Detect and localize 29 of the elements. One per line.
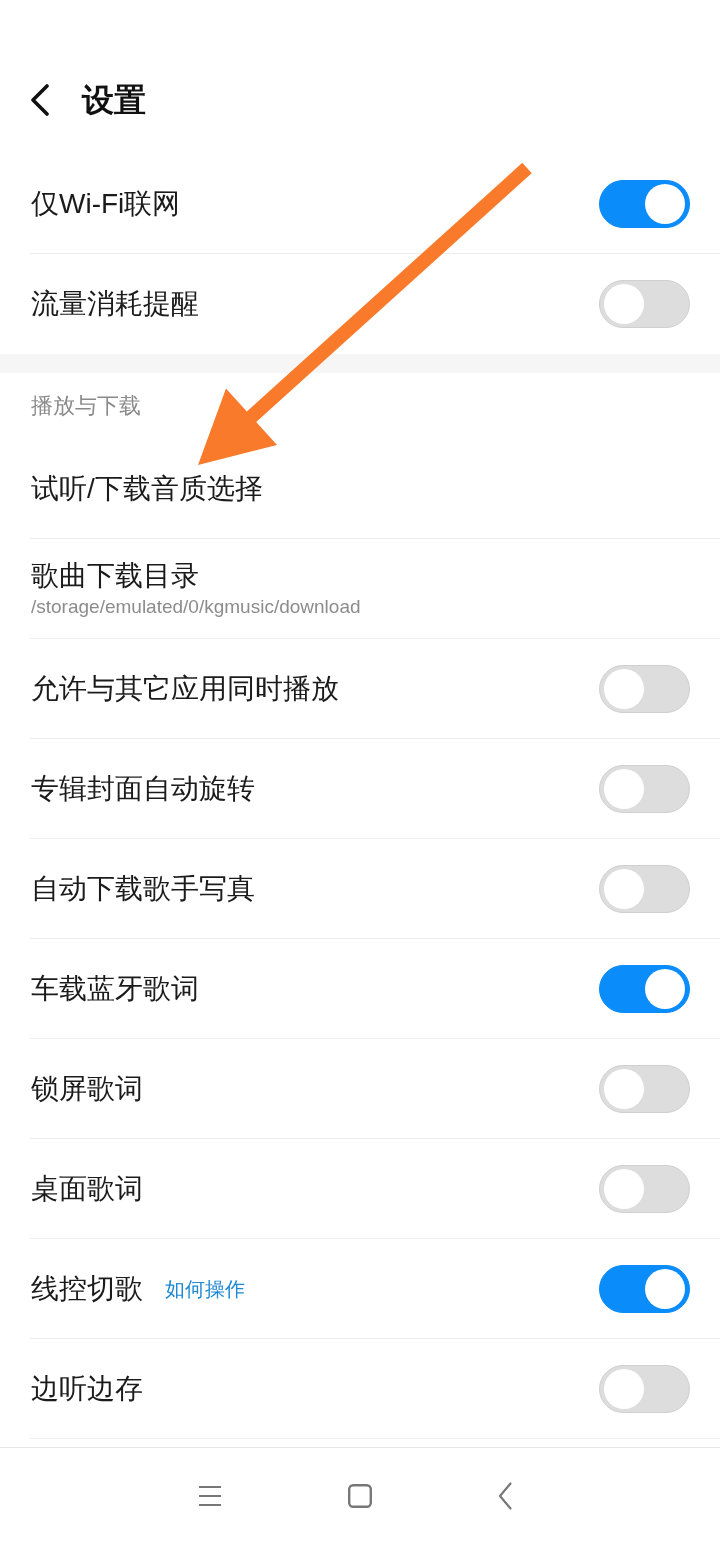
toggle-switch[interactable] (599, 764, 690, 813)
setting-subtitle: /storage/emulated/0/kgmusic/download (31, 594, 361, 619)
setting-label: 流量消耗提醒 (31, 287, 199, 321)
toggle-switch[interactable] (599, 864, 690, 913)
toggle-switch[interactable] (599, 664, 690, 713)
setting-label: 仅Wi-Fi联网 (31, 186, 181, 221)
back-icon[interactable] (30, 84, 50, 116)
toggle-switch[interactable] (599, 179, 690, 228)
toggle-switch[interactable] (599, 1164, 690, 1213)
setting-label[interactable]: 歌曲下载目录 (31, 557, 361, 594)
setting-label: 车载蓝牙歌词 (31, 971, 199, 1006)
section-title: 播放与下载 (31, 392, 141, 420)
setting-label: 锁屏歌词 (31, 1071, 143, 1106)
setting-label: 专辑封面自动旋转 (31, 771, 255, 806)
toggle-switch[interactable] (599, 280, 690, 328)
setting-label: 边听边存 (31, 1371, 143, 1406)
home-square-icon[interactable] (348, 1484, 372, 1508)
setting-label: 桌面歌词 (31, 1171, 143, 1206)
help-link[interactable]: 如何操作 (165, 1274, 245, 1303)
setting-label: 自动下载歌手写真 (31, 871, 255, 906)
toggle-switch[interactable] (599, 964, 690, 1013)
toggle-switch[interactable] (599, 1264, 690, 1313)
toggle-switch[interactable] (599, 1364, 690, 1413)
menu-icon[interactable] (198, 1485, 222, 1507)
setting-label[interactable]: 试听/下载音质选择 (31, 470, 263, 507)
page-title: 设置 (82, 81, 146, 120)
toggle-switch[interactable] (599, 1064, 690, 1113)
setting-label: 线控切歌 (31, 1271, 143, 1306)
setting-label: 允许与其它应用同时播放 (31, 671, 339, 706)
